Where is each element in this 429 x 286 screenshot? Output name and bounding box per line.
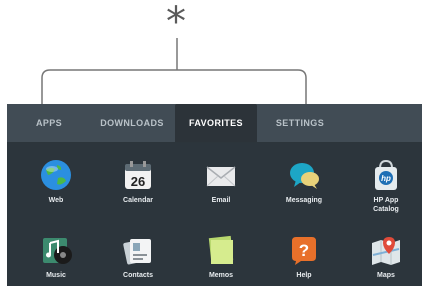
envelope-icon — [206, 166, 236, 187]
app-label: Memos — [208, 272, 234, 279]
app-memos[interactable]: Memos — [189, 233, 253, 280]
calendar-icon: 26 — [125, 161, 151, 189]
favorites-grid: Web 26 Calendar Email Messaging hp HP Ap… — [7, 143, 422, 286]
app-contacts[interactable]: Contacts — [106, 233, 170, 280]
tab-downloads[interactable]: DOWNLOADS — [95, 104, 169, 142]
app-label: Contacts — [123, 272, 153, 279]
contacts-icon — [123, 239, 151, 265]
app-messaging[interactable]: Messaging — [272, 158, 336, 205]
help-icon: ? — [292, 237, 316, 265]
tab-settings[interactable]: SETTINGS — [269, 104, 331, 142]
app-label: Web — [48, 197, 64, 204]
app-label: Messaging — [285, 197, 323, 204]
app-maps[interactable]: Maps — [354, 233, 418, 280]
app-label: Email — [211, 197, 231, 204]
calendar-date: 26 — [131, 174, 145, 189]
hp-logo-text: hp — [381, 174, 391, 183]
tab-apps[interactable]: APPS — [29, 104, 69, 142]
music-icon — [43, 238, 72, 264]
hp-bag-icon: hp — [375, 159, 397, 190]
app-label: Calendar — [123, 197, 153, 204]
map-pin-icon — [372, 237, 400, 265]
tab-bar: APPS DOWNLOADS FAVORITES SETTINGS — [7, 104, 422, 143]
memo-icon — [208, 235, 234, 264]
tab-favorites[interactable]: FAVORITES — [175, 104, 257, 142]
app-help[interactable]: ? Help — [272, 233, 336, 280]
app-email[interactable]: Email — [189, 158, 253, 205]
app-calendar[interactable]: 26 Calendar — [106, 158, 170, 205]
app-music[interactable]: Music — [24, 233, 88, 280]
help-question-mark: ? — [299, 241, 309, 260]
app-label: Help — [296, 272, 312, 279]
chat-bubble-icon — [290, 163, 319, 189]
app-label: HP App Catalog — [373, 197, 399, 213]
app-label: Music — [46, 272, 66, 279]
callout-bracket — [41, 38, 307, 104]
app-hp-catalog[interactable]: hp HP App Catalog — [354, 158, 418, 214]
app-web[interactable]: Web — [24, 158, 88, 205]
app-launcher: APPS DOWNLOADS FAVORITES SETTINGS Web 26… — [7, 104, 422, 286]
globe-icon — [41, 160, 71, 190]
app-label: Maps — [377, 272, 395, 279]
